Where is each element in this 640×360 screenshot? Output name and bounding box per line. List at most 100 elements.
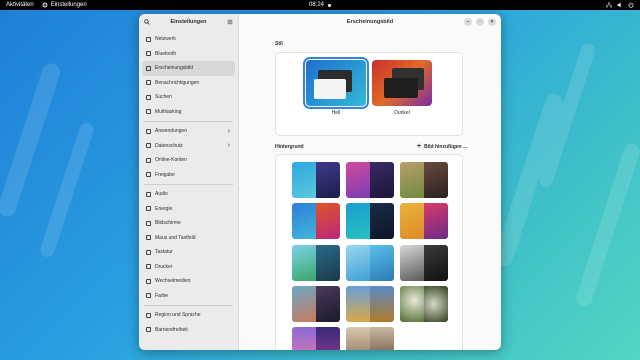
sidebar-item[interactable]: Tastatur	[142, 245, 235, 260]
style-section-label: Stil	[275, 41, 283, 47]
sharing-icon	[146, 172, 151, 178]
printer-icon	[146, 264, 151, 270]
sidebar-item-label: Region und Sprache	[155, 312, 201, 319]
wallpaper-thumbnail[interactable]	[346, 203, 394, 239]
sidebar-item[interactable]: Bildschirme	[142, 216, 235, 231]
search-icon[interactable]	[144, 19, 150, 25]
sidebar-item[interactable]: Region und Sprache	[142, 308, 235, 323]
chevron-right-icon: ›	[227, 142, 230, 150]
wallpaper-thumbnail[interactable]	[400, 162, 448, 198]
sidebar-item[interactable]: Farbe	[142, 289, 235, 304]
maximize-icon: ▫	[479, 18, 481, 25]
sidebar-item-label: Online-Konten	[155, 157, 187, 164]
wallpaper-streak	[38, 121, 96, 259]
sidebar-item-label: Anwendungen	[155, 128, 187, 135]
sidebar-item[interactable]: Benachrichtigungen	[142, 76, 235, 91]
volume-icon	[617, 2, 621, 8]
style-light-label: Hell	[331, 110, 341, 116]
sidebar-item[interactable]: Wechselmedien	[142, 274, 235, 289]
audio-icon	[146, 191, 151, 197]
wallpaper-thumbnail[interactable]	[292, 203, 340, 239]
wallpaper-thumbnail[interactable]	[292, 162, 340, 198]
sidebar-item-label: Energie	[155, 205, 173, 212]
sidebar-item[interactable]: Erscheinungsbild	[142, 61, 235, 76]
clock-time: 08:24	[308, 2, 325, 8]
wallpaper-streak	[574, 141, 640, 309]
notification-dot-icon	[328, 3, 332, 7]
sidebar-item[interactable]: Energie	[142, 202, 235, 217]
close-icon: ×	[490, 18, 494, 25]
bell-icon	[146, 80, 151, 86]
system-menu[interactable]	[606, 2, 634, 8]
apps-icon	[146, 128, 151, 134]
wallpaper-thumbnail[interactable]	[346, 286, 394, 322]
online-accounts-icon	[146, 157, 151, 163]
style-card: Hell Dunkel	[275, 52, 463, 136]
activities-button[interactable]: Aktivitäten	[6, 2, 34, 8]
background-grid	[275, 154, 463, 350]
appearance-icon	[146, 65, 151, 71]
chevron-right-icon: ›	[227, 127, 230, 135]
app-menu[interactable]: Einstellungen	[42, 2, 87, 8]
sidebar-list: Netzwerk Bluetooth Erscheinungsbild Benachr…	[139, 30, 238, 339]
sidebar-item-label: Barrierefreiheit	[155, 326, 188, 333]
sidebar-item[interactable]: Multitasking	[142, 105, 235, 120]
sidebar-item-label: Multitasking	[155, 108, 182, 115]
sidebar-item[interactable]: Audio	[142, 187, 235, 202]
style-option-light[interactable]	[303, 57, 369, 109]
sidebar-separator	[144, 184, 233, 185]
main-header: Erscheinungsbild − ▫ ×	[239, 14, 501, 30]
sidebar-separator	[144, 305, 233, 306]
sidebar-item[interactable]: Netzwerk	[142, 32, 235, 47]
main-panel: Erscheinungsbild − ▫ × Stil Hell Dunkel …	[239, 14, 501, 350]
style-option-dark[interactable]	[372, 60, 432, 106]
wallpaper-thumbnail[interactable]	[400, 245, 448, 281]
wallpaper-thumbnail[interactable]	[400, 286, 448, 322]
wallpaper-thumbnail[interactable]	[292, 245, 340, 281]
sidebar-item[interactable]: Freigabe	[142, 168, 235, 183]
add-background-button[interactable]: + Bild hinzufügen …	[417, 143, 468, 150]
wallpaper-thumbnail[interactable]	[292, 286, 340, 322]
sidebar-item-label: Erscheinungsbild	[155, 65, 194, 72]
clock[interactable]: 08:24	[308, 2, 332, 8]
sidebar-item[interactable]: Anwendungen ›	[142, 124, 235, 139]
style-preview-window	[384, 78, 418, 98]
sidebar-item[interactable]: Suchen	[142, 90, 235, 105]
sidebar-item-label: Bluetooth	[155, 50, 177, 57]
minimize-icon: −	[466, 18, 470, 25]
background-section-label: Hintergrund	[275, 144, 304, 150]
removable-media-icon	[146, 278, 151, 284]
wallpaper-thumbnail[interactable]	[292, 327, 340, 350]
sidebar-item-label: Farbe	[155, 292, 169, 299]
gear-icon	[42, 2, 48, 8]
maximize-button[interactable]: ▫	[476, 18, 484, 26]
sidebar-item-label: Benachrichtigungen	[155, 79, 200, 86]
accessibility-icon	[146, 327, 151, 333]
sidebar-item-label: Bildschirme	[155, 220, 181, 227]
wallpaper-streak	[0, 61, 63, 219]
close-button[interactable]: ×	[488, 18, 496, 26]
sidebar-item-label: Tastatur	[155, 249, 173, 256]
wallpaper-thumbnail[interactable]	[346, 327, 394, 350]
hamburger-menu-icon[interactable]	[227, 19, 233, 25]
plus-icon: +	[417, 143, 422, 150]
color-icon	[146, 293, 151, 299]
wallpaper-thumbnail[interactable]	[400, 203, 448, 239]
style-preview-window	[314, 79, 346, 99]
wallpaper-thumbnail[interactable]	[346, 162, 394, 198]
wallpaper-thumbnail[interactable]	[346, 245, 394, 281]
sidebar-item-label: Datenschutz	[155, 142, 183, 149]
sidebar-item[interactable]: Online-Konten	[142, 153, 235, 168]
search-icon	[146, 94, 151, 100]
privacy-icon	[146, 143, 151, 149]
add-background-label: Bild hinzufügen …	[424, 143, 468, 150]
minimize-button[interactable]: −	[464, 18, 472, 26]
sidebar-item[interactable]: Maus und Tastfeld	[142, 231, 235, 246]
multitasking-icon	[146, 109, 151, 115]
sidebar-item[interactable]: Drucker	[142, 260, 235, 275]
region-icon	[146, 312, 151, 318]
sidebar-item[interactable]: Bluetooth	[142, 47, 235, 62]
sidebar-item-label: Audio	[155, 191, 168, 198]
sidebar-item[interactable]: Datenschutz ›	[142, 139, 235, 154]
sidebar-item[interactable]: Barrierefreiheit	[142, 323, 235, 338]
